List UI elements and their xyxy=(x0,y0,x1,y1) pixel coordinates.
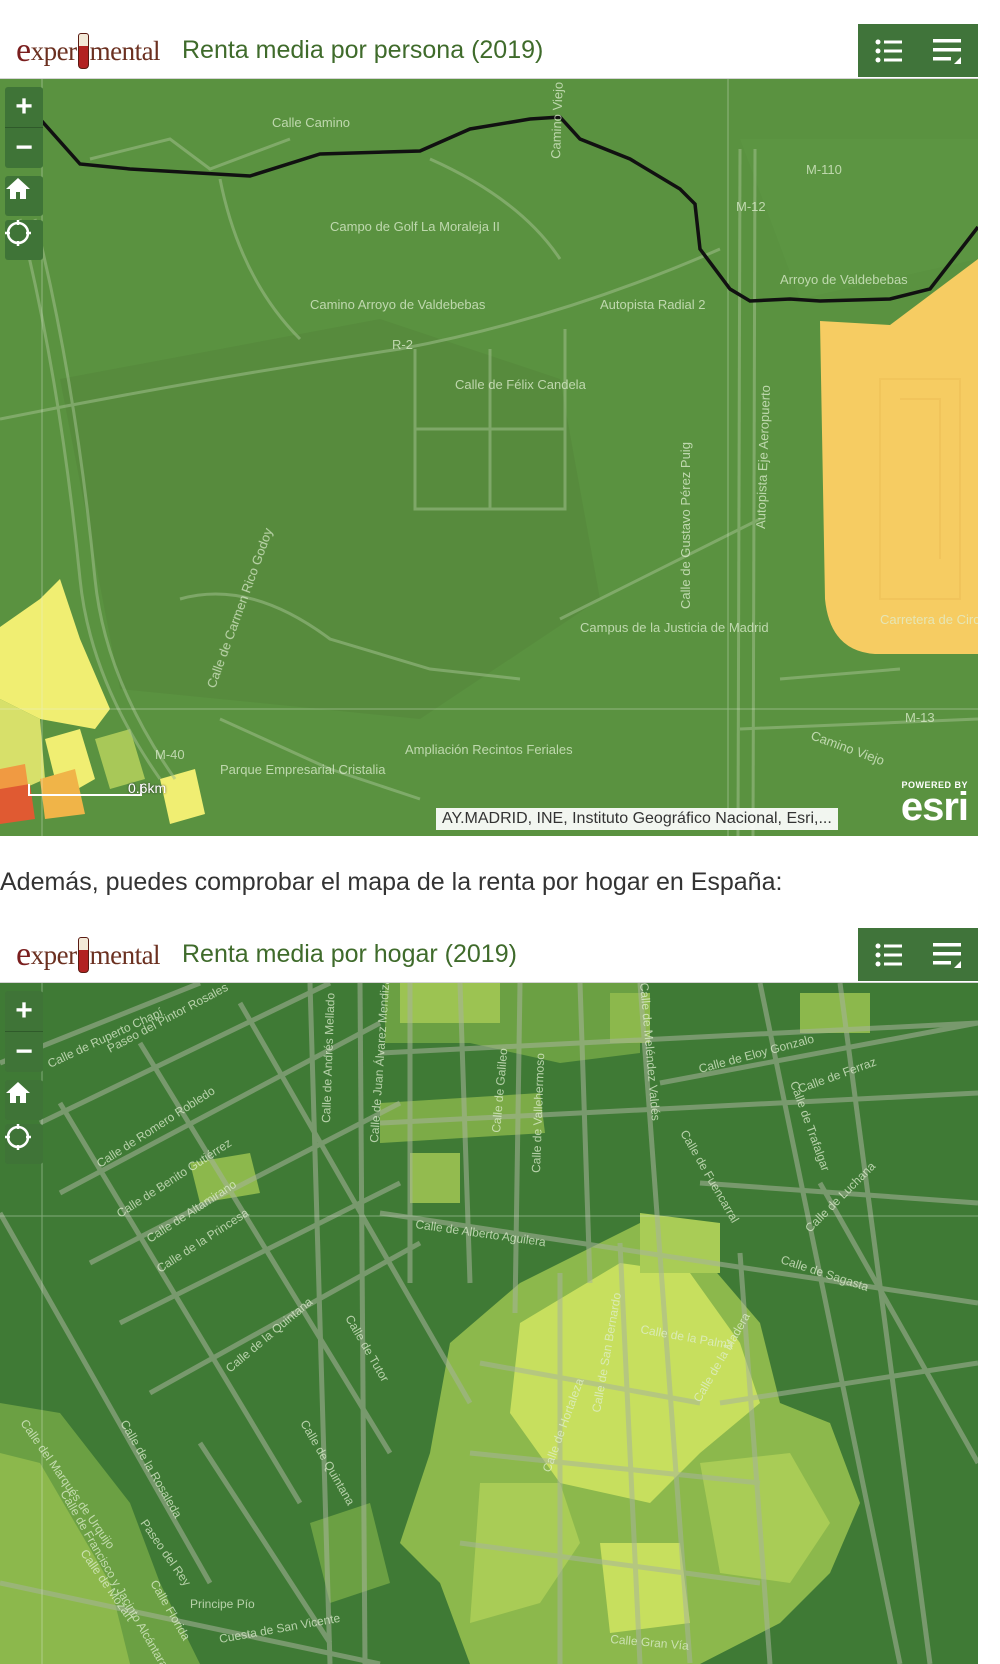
map-app-per-person: e xper mental Renta media por persona (201… xyxy=(0,24,978,836)
map-label: M-12 xyxy=(736,199,766,214)
map-canvas[interactable]: Calle de Ruperto Chapí Paseo del Pintor … xyxy=(0,983,978,1664)
map-label: Arroyo de Valdebebas xyxy=(780,272,908,287)
attribution[interactable]: AY.MADRID, INE, Instituto Geográfico Nac… xyxy=(436,808,838,830)
map-toolbar xyxy=(858,928,978,981)
map-label: Calle Camino xyxy=(272,115,350,130)
map-label: M-110 xyxy=(806,162,842,177)
map-label: Principe Pío xyxy=(190,1597,255,1611)
menu-icon[interactable] xyxy=(932,940,962,970)
map-title: Renta media por persona (2019) xyxy=(182,36,544,64)
zoom-out-button[interactable]: − xyxy=(5,1031,43,1072)
home-button[interactable] xyxy=(5,1080,43,1120)
home-icon xyxy=(6,178,30,199)
experimental-logo[interactable]: e xper mental xyxy=(16,32,161,70)
paragraph: Además, puedes comprobar el mapa de la r… xyxy=(0,868,783,896)
map-label: Calle de Félix Candela xyxy=(455,377,587,392)
legend-list-icon[interactable] xyxy=(874,940,904,970)
map-view[interactable]: Calle de Ruperto Chapí Paseo del Pintor … xyxy=(0,983,978,1664)
legend-list-icon[interactable] xyxy=(874,36,904,66)
map-label: Calle de Gustavo Pérez Puig xyxy=(678,442,693,609)
esri-logo[interactable]: POWERED BY esri xyxy=(901,780,969,827)
map-label: Camino Arroyo de Valdebebas xyxy=(310,297,486,312)
zoom-control: + − xyxy=(5,991,43,1072)
map-canvas[interactable]: Calle Camino Campo de Golf La Moraleja I… xyxy=(0,79,978,836)
map-label: Campus de la Justicia de Madrid xyxy=(580,620,769,635)
map-label: Campo de Golf La Moraleja II xyxy=(330,219,500,234)
map-view[interactable]: Calle Camino Campo de Golf La Moraleja I… xyxy=(0,79,978,836)
home-icon xyxy=(6,1082,30,1103)
zoom-control: + − xyxy=(5,87,43,168)
map-label: Parque Empresarial Cristalia xyxy=(220,762,386,777)
map-label: M-13 xyxy=(905,710,935,725)
map-header: e xper mental Renta media por persona (201… xyxy=(0,24,978,79)
map-app-per-household: e xper mental Renta media por hogar (2019) xyxy=(0,928,978,1664)
map-title: Renta media por hogar (2019) xyxy=(182,940,517,968)
menu-icon[interactable] xyxy=(932,36,962,66)
map-label: Autopista Radial 2 xyxy=(600,297,706,312)
zoom-in-button[interactable]: + xyxy=(5,991,43,1031)
locate-button[interactable] xyxy=(5,220,43,260)
map-label: M-40 xyxy=(155,747,185,762)
scale-bar xyxy=(28,784,142,796)
map-label: Ampliación Recintos Feriales xyxy=(405,742,573,757)
map-toolbar xyxy=(858,24,978,77)
experimental-logo[interactable]: e xper mental xyxy=(16,936,161,974)
locate-button[interactable] xyxy=(5,1124,43,1164)
locate-icon xyxy=(5,1124,31,1150)
locate-icon xyxy=(5,220,31,246)
zoom-out-button[interactable]: − xyxy=(5,127,43,168)
zoom-in-button[interactable]: + xyxy=(5,87,43,127)
map-label: Carretera de Circunvalación xyxy=(880,612,978,627)
scale-label: 0.6km xyxy=(128,780,167,796)
map-header: e xper mental Renta media por hogar (2019) xyxy=(0,928,978,983)
map-label: R-2 xyxy=(392,337,413,352)
home-button[interactable] xyxy=(5,176,43,216)
